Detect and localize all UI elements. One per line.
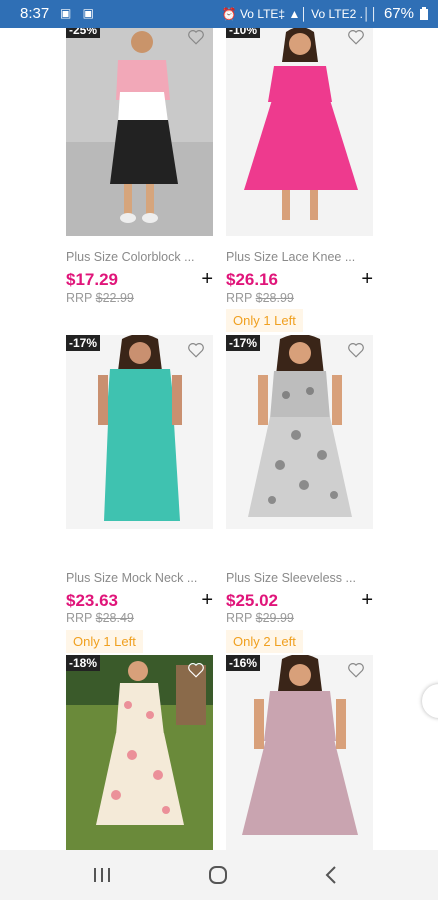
heart-outline-icon[interactable]: [347, 661, 365, 679]
system-nav-bar: [0, 850, 438, 900]
product-price: $26.16: [226, 270, 278, 289]
product-title[interactable]: Plus Size Sleeveless ...: [226, 571, 373, 585]
product-grid: -25% Plus Size Colorblock ... $17.29 + R…: [0, 28, 438, 850]
notification-icons: ▣ ▣: [60, 6, 99, 20]
product-image[interactable]: -10%: [226, 28, 373, 236]
product-image[interactable]: -16%: [226, 655, 373, 850]
heart-outline-icon[interactable]: [347, 28, 365, 46]
dress-photo: [226, 28, 373, 236]
stock-badge: Only 1 Left: [226, 309, 303, 332]
product-image[interactable]: -18%: [66, 655, 213, 850]
heart-outline-icon[interactable]: [347, 341, 365, 359]
rrp-value: $29.99: [255, 611, 294, 625]
product-price: $23.63: [66, 591, 118, 610]
product-title[interactable]: Plus Size Mock Neck ...: [66, 571, 213, 585]
rrp-label: RRP: [226, 611, 253, 625]
rrp-label: RRP: [226, 291, 253, 305]
rrp-price: RRP $28.49: [66, 611, 134, 625]
product-image[interactable]: -17%: [66, 335, 213, 529]
status-right: ⏰ Vo LTE‡ ▲│ Vo LTE2 .││ 67%: [222, 5, 428, 22]
dress-photo: [226, 655, 373, 850]
rrp-value: $22.99: [95, 291, 134, 305]
battery-icon: [420, 7, 428, 20]
discount-badge: -10%: [226, 28, 261, 38]
stock-badge: Only 1 Left: [66, 630, 143, 653]
status-bar: 8:37 ▣ ▣ ⏰ Vo LTE‡ ▲│ Vo LTE2 .││ 67%: [0, 0, 438, 28]
dress-photo: [66, 28, 213, 236]
dress-photo: [226, 335, 373, 529]
product-title[interactable]: Plus Size Colorblock ...: [66, 250, 213, 264]
heart-outline-icon[interactable]: [187, 341, 205, 359]
add-to-cart-button[interactable]: +: [201, 269, 213, 289]
rrp-price: RRP $22.99: [66, 291, 134, 305]
battery-level: 67%: [383, 5, 414, 22]
discount-badge: -17%: [226, 335, 261, 351]
stock-badge: Only 2 Left: [226, 630, 303, 653]
discount-badge: -16%: [226, 655, 261, 671]
add-to-cart-button[interactable]: +: [361, 269, 373, 289]
home-icon[interactable]: [198, 860, 238, 890]
discount-badge: -17%: [66, 335, 101, 351]
signal-icons: ⏰ Vo LTE‡ ▲│ Vo LTE2 .││: [221, 6, 378, 21]
product-image[interactable]: -25%: [66, 28, 213, 236]
add-to-cart-button[interactable]: +: [361, 590, 373, 610]
product-title[interactable]: Plus Size Lace Knee ...: [226, 250, 373, 264]
heart-outline-icon[interactable]: [187, 661, 205, 679]
product-price: $25.02: [226, 591, 278, 610]
product-price: $17.29: [66, 270, 118, 289]
add-to-cart-button[interactable]: +: [201, 590, 213, 610]
heart-outline-icon[interactable]: [187, 28, 205, 46]
rrp-price: RRP $29.99: [226, 611, 294, 625]
product-image[interactable]: -17%: [226, 335, 373, 529]
dress-photo: [66, 335, 213, 529]
status-time: 8:37: [20, 5, 50, 22]
back-icon[interactable]: [312, 860, 352, 890]
recent-apps-icon[interactable]: [82, 860, 122, 890]
rrp-price: RRP $28.99: [226, 291, 294, 305]
rrp-label: RRP: [66, 611, 93, 625]
rrp-value: $28.99: [255, 291, 294, 305]
rrp-value: $28.49: [95, 611, 134, 625]
discount-badge: -18%: [66, 655, 101, 671]
dress-photo: [66, 655, 213, 850]
rrp-label: RRP: [66, 291, 93, 305]
discount-badge: -25%: [66, 28, 101, 38]
